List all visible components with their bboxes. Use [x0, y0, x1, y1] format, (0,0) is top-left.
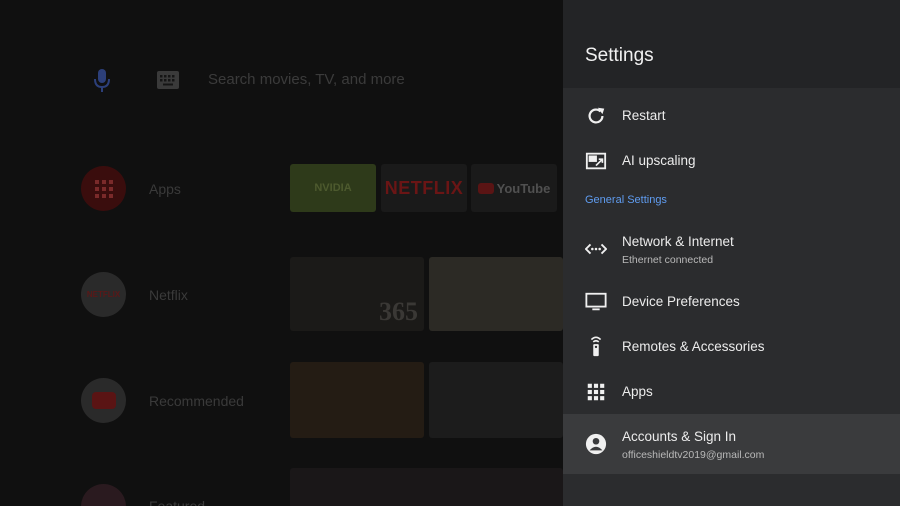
network-status: Ethernet connected: [622, 254, 714, 266]
home-screen-background: Search movies, TV, and more Apps NVIDIA …: [0, 0, 563, 506]
featured-row-icon[interactable]: [81, 484, 126, 506]
netflix-row-icon[interactable]: NETFLIX: [81, 272, 126, 317]
remote-icon: [590, 336, 602, 357]
settings-item-restart[interactable]: Restart: [563, 96, 900, 136]
netflix-content-tile-2[interactable]: [429, 257, 563, 331]
row-label-featured: Featured: [149, 498, 206, 506]
search-placeholder[interactable]: Search movies, TV, and more: [208, 71, 405, 88]
ai-upscaling-icon: [585, 152, 607, 170]
youtube-row-icon[interactable]: [81, 378, 126, 423]
restart-icon: [588, 107, 605, 124]
tv-icon: [585, 292, 607, 311]
settings-header: Settings: [563, 0, 900, 88]
settings-item-accounts-sign-in[interactable]: Accounts & Sign In officeshieldtv2019@gm…: [563, 414, 900, 474]
settings-item-apps[interactable]: Apps: [563, 372, 900, 412]
network-icon: [585, 243, 607, 255]
apps-grid-icon: [94, 179, 113, 198]
settings-item-ai-upscaling[interactable]: AI upscaling: [563, 141, 900, 181]
featured-tiles[interactable]: [290, 468, 563, 506]
settings-panel: Settings Restart AI upscaling General Se…: [563, 0, 900, 506]
app-tile-netflix[interactable]: NETFLIX: [381, 164, 467, 212]
settings-item-remotes-accessories[interactable]: Remotes & Accessories: [563, 327, 900, 367]
row-label-netflix: Netflix: [149, 287, 188, 303]
keyboard-icon[interactable]: [157, 71, 179, 89]
app-tile-youtube[interactable]: YouTube: [471, 164, 557, 212]
account-icon: [585, 433, 607, 455]
settings-item-network-internet[interactable]: Network & Internet Ethernet connected: [563, 224, 900, 274]
app-tile-nvidia[interactable]: NVIDIA: [290, 164, 376, 212]
youtube-play-icon: [91, 392, 116, 409]
netflix-content-tile-1[interactable]: 365: [290, 257, 424, 331]
recommended-tile-1[interactable]: [290, 362, 424, 438]
apps-row-icon[interactable]: [81, 166, 126, 211]
recommended-tile-2[interactable]: [429, 362, 563, 438]
row-label-apps: Apps: [149, 181, 181, 197]
settings-item-device-preferences[interactable]: Device Preferences: [563, 282, 900, 322]
account-email: officeshieldtv2019@gmail.com: [622, 449, 765, 461]
row-label-recommended: Recommended: [149, 393, 244, 409]
microphone-icon[interactable]: [93, 68, 111, 94]
section-header-general-settings: General Settings: [585, 194, 667, 206]
apps-grid-icon: [587, 383, 605, 401]
settings-title: Settings: [585, 45, 654, 66]
youtube-logo-icon: [477, 182, 494, 194]
